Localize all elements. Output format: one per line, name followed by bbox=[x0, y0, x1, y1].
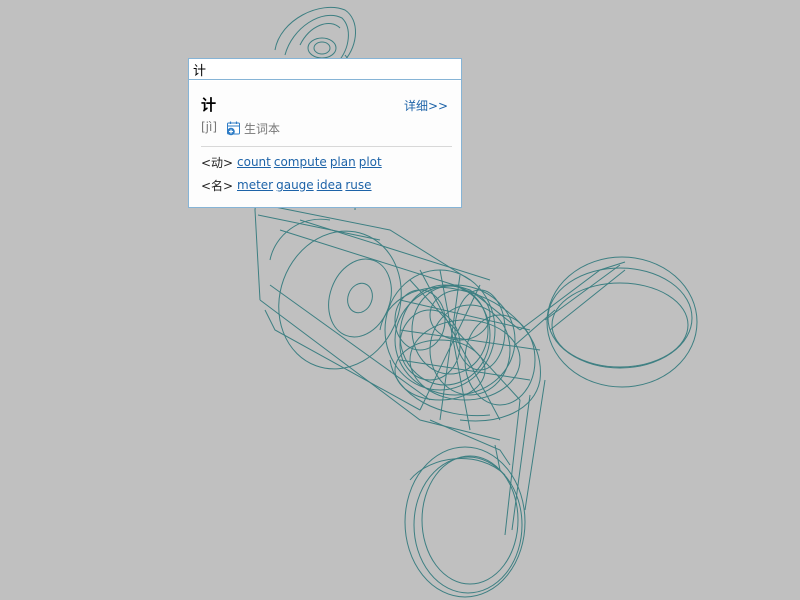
pinyin: [jì] bbox=[201, 120, 218, 134]
dictionary-result: 计 详细>> [jì] 生词本 <动> count compute plan p… bbox=[189, 81, 461, 207]
details-link[interactable]: 详细>> bbox=[404, 97, 448, 114]
translation-link[interactable]: meter bbox=[237, 178, 273, 192]
calendar-add-icon bbox=[226, 120, 242, 136]
translation-link[interactable]: compute bbox=[274, 155, 327, 169]
lookup-input[interactable] bbox=[189, 59, 461, 80]
wordbook-label: 生词本 bbox=[244, 121, 281, 136]
translation-link[interactable]: gauge bbox=[276, 178, 314, 192]
translation-link[interactable]: ruse bbox=[345, 178, 371, 192]
headword: 计 bbox=[201, 96, 217, 114]
dictionary-popup: 计 详细>> [jì] 生词本 <动> count compute bbox=[188, 58, 462, 208]
part-of-speech-tag: <名> bbox=[201, 178, 234, 193]
part-of-speech-tag: <动> bbox=[201, 155, 234, 170]
divider bbox=[201, 146, 452, 147]
sense-row-noun: <名> meter gauge idea ruse bbox=[201, 177, 375, 193]
translation-link[interactable]: plan bbox=[330, 155, 356, 169]
translation-link[interactable]: plot bbox=[359, 155, 382, 169]
translation-link[interactable]: count bbox=[237, 155, 271, 169]
add-to-wordbook-button[interactable]: 生词本 bbox=[226, 119, 280, 137]
translation-link[interactable]: idea bbox=[317, 178, 343, 192]
sense-row-verb: <动> count compute plan plot bbox=[201, 154, 385, 170]
